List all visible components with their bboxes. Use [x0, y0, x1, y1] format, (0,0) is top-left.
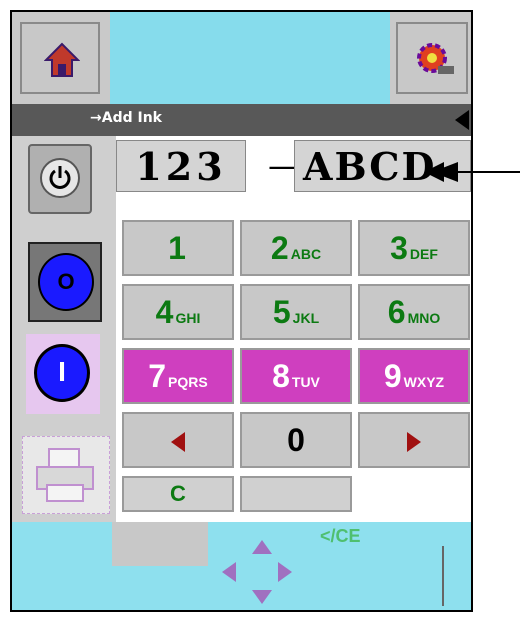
- arrow-right-icon: [407, 432, 421, 452]
- direction-pad: [212, 540, 312, 610]
- arrow-left-icon: [171, 432, 185, 452]
- print-button[interactable]: [22, 436, 110, 514]
- settings-button[interactable]: [396, 22, 468, 94]
- key-8[interactable]: 8 TUV: [240, 348, 352, 404]
- message-banner: [110, 12, 390, 104]
- home-button[interactable]: [20, 22, 100, 94]
- bottom-separator: [442, 546, 444, 606]
- keypad: 1 2 ABC 3 DEF 4 GHI 5 JKL 6 MNO 7 PQRS 8 TUV 9W…: [122, 220, 471, 534]
- status-arrow-icon[interactable]: [455, 110, 469, 130]
- dpad-up-icon[interactable]: [252, 540, 272, 554]
- printer-icon: [36, 448, 94, 502]
- start-label: I: [34, 344, 90, 402]
- dpad-down-icon[interactable]: [252, 590, 272, 604]
- key-7[interactable]: 7 PQRS: [122, 348, 234, 404]
- ce-button[interactable]: </CE: [320, 526, 361, 547]
- home-icon: [44, 42, 80, 77]
- start-button[interactable]: I: [26, 334, 100, 414]
- annotation-pointer-arrowhead: [424, 162, 444, 182]
- dpad-right-icon[interactable]: [278, 562, 292, 582]
- power-button[interactable]: [28, 144, 92, 214]
- cursor-right-button[interactable]: [358, 412, 470, 468]
- key-6[interactable]: 6 MNO: [358, 284, 470, 340]
- settings-gear-icon: [417, 43, 454, 74]
- power-icon: [49, 166, 71, 189]
- clear-button[interactable]: C: [122, 476, 234, 512]
- key-3[interactable]: 3 DEF: [358, 220, 470, 276]
- cursor-left-button[interactable]: [122, 412, 234, 468]
- stop-button[interactable]: O: [28, 242, 102, 322]
- bottom-gray-block: [112, 522, 208, 566]
- key-0[interactable]: 0: [240, 412, 352, 468]
- bottom-bar: </CE: [12, 522, 471, 610]
- key-4[interactable]: 4 GHI: [122, 284, 234, 340]
- blank-key[interactable]: [240, 476, 352, 512]
- status-message: →Add Ink: [90, 110, 162, 126]
- top-bar: [12, 12, 471, 104]
- key-9[interactable]: 9 WXYZ: [358, 348, 470, 404]
- key-2[interactable]: 2 ABC: [240, 220, 352, 276]
- stop-label: O: [38, 253, 94, 311]
- printer-control-screen: →Add Ink O I 123 — ABCD 1 2 ABC 3 DEF 4 …: [10, 10, 473, 612]
- status-strip: →Add Ink: [12, 104, 471, 136]
- key-5[interactable]: 5 JKL: [240, 284, 352, 340]
- dpad-left-icon[interactable]: [222, 562, 236, 582]
- key-1[interactable]: 1: [122, 220, 234, 276]
- code-number-field[interactable]: 123: [116, 140, 246, 192]
